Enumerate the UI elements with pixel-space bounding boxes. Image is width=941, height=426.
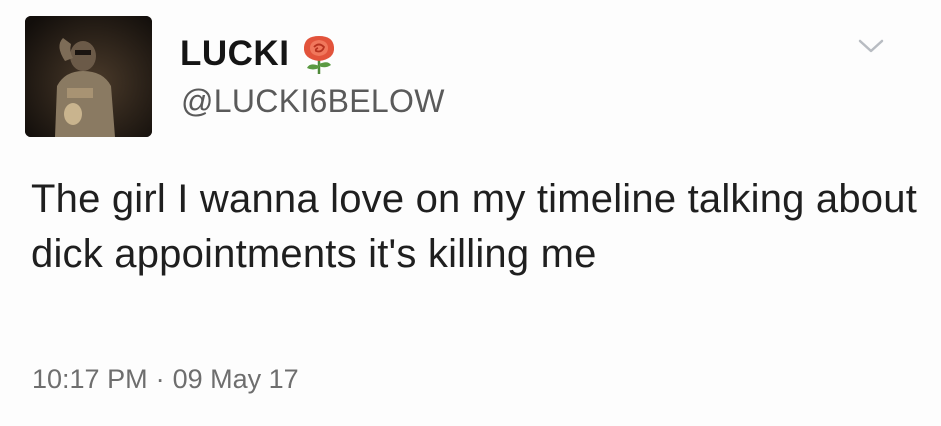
tweet-text: The girl I wanna love on my timeline tal… <box>31 177 918 276</box>
user-handle[interactable]: @LUCKI6BELOW <box>181 83 445 120</box>
avatar-photo <box>25 16 152 137</box>
meta-separator: · <box>155 364 165 394</box>
tweet-time[interactable]: 10:17 PM <box>32 364 148 395</box>
tweet-meta: 10:17 PM · 09 May 17 <box>32 364 299 395</box>
rose-icon <box>297 32 341 76</box>
tweet-date[interactable]: 09 May 17 <box>173 364 299 395</box>
tweet-card: LUCKI @LUCKI6BELOW The girl I wanna love… <box>0 0 941 426</box>
avatar[interactable] <box>25 16 152 137</box>
name-row: LUCKI <box>180 32 341 76</box>
display-name[interactable]: LUCKI <box>180 34 289 74</box>
chevron-down-icon[interactable] <box>857 36 885 56</box>
